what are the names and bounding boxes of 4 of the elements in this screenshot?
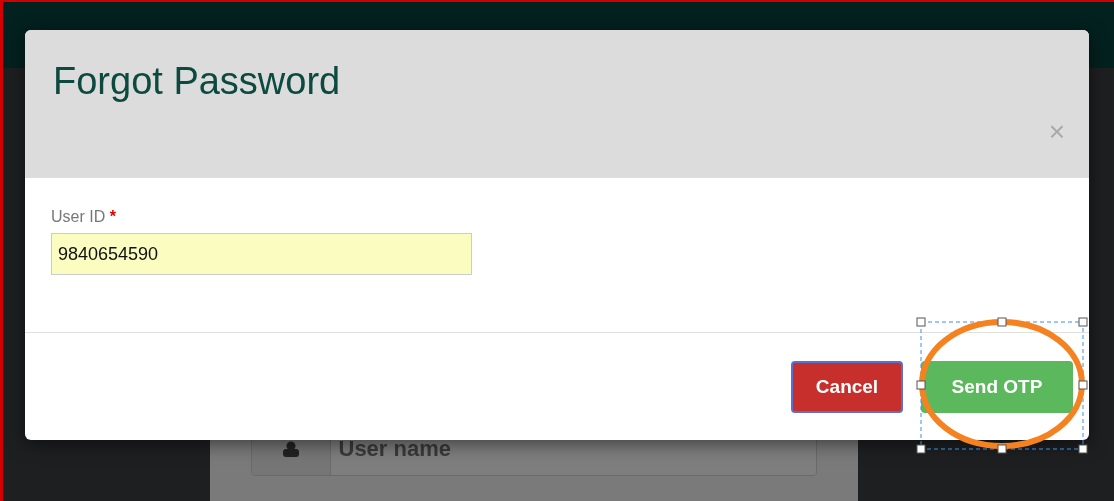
- user-id-field[interactable]: 9840654590: [51, 233, 472, 275]
- dialog-title: Forgot Password: [53, 60, 341, 103]
- cancel-button[interactable]: Cancel: [791, 361, 903, 413]
- field-label: User ID *: [51, 208, 117, 226]
